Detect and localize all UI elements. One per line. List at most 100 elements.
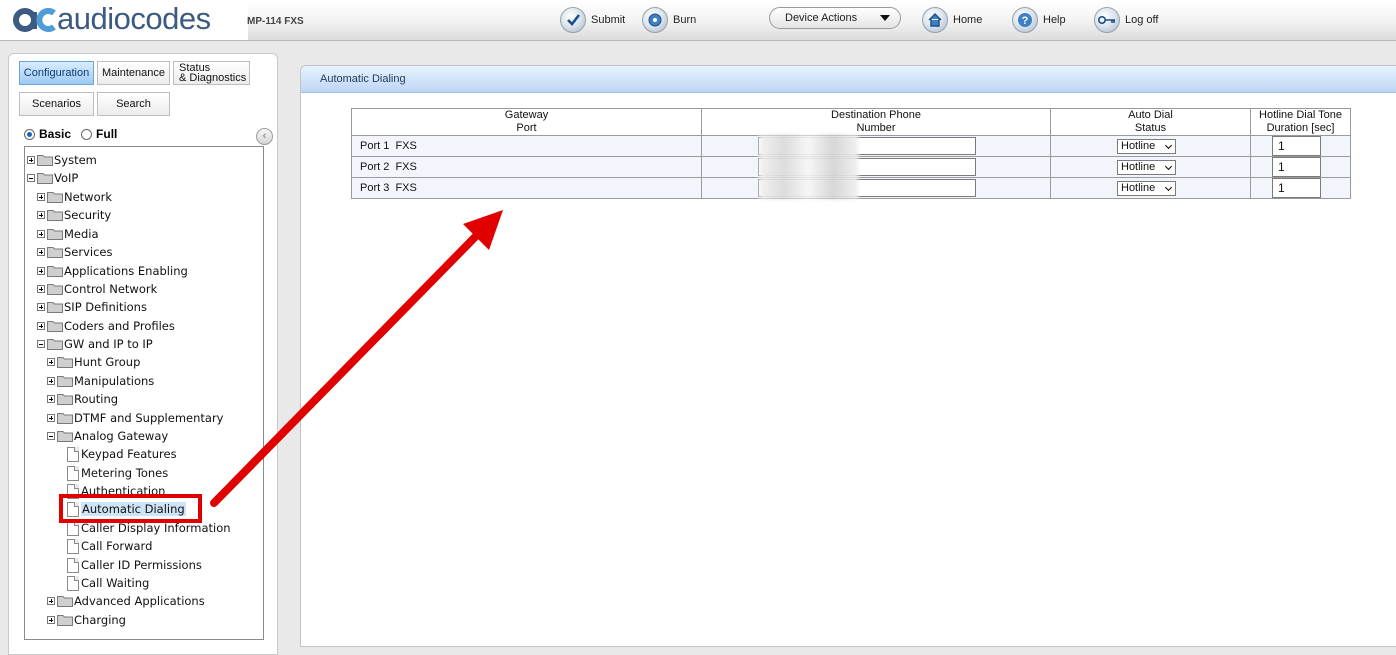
- home-button[interactable]: Home: [922, 5, 982, 35]
- tab-maintenance[interactable]: Maintenance: [97, 61, 170, 85]
- audiocodes-logo[interactable]: audiocodes: [12, 1, 211, 36]
- folder-icon: [57, 595, 73, 607]
- tree-item-routing[interactable]: Routing: [47, 390, 118, 408]
- tree-item-label: Analog Gateway: [74, 429, 169, 443]
- tree-item-metering-tones[interactable]: Metering Tones: [67, 464, 168, 482]
- expand-icon[interactable]: [47, 597, 55, 605]
- tree-item-coders-profiles[interactable]: Coders and Profiles: [37, 317, 175, 335]
- expand-icon[interactable]: [37, 303, 45, 311]
- auto-dial-status-select[interactable]: Hotline: [1117, 160, 1176, 175]
- tree-item-label: Automatic Dialing: [81, 502, 186, 516]
- expand-icon[interactable]: [47, 358, 55, 366]
- collapse-icon[interactable]: [37, 340, 45, 348]
- tree-item-keypad-features[interactable]: Keypad Features: [67, 445, 177, 463]
- basic-label: Basic: [39, 127, 72, 141]
- tree-item-label: Caller Display Information: [81, 521, 231, 535]
- hotline-duration-input[interactable]: 1: [1272, 157, 1321, 177]
- folder-icon: [47, 209, 63, 221]
- tree-item-label: GW and IP to IP: [64, 337, 153, 351]
- hotline-duration-input[interactable]: 1: [1272, 136, 1321, 156]
- tab-configuration[interactable]: Configuration: [19, 61, 94, 85]
- tree-item-dtmf-supplementary[interactable]: DTMF and Supplementary: [47, 409, 223, 427]
- hotline-duration-input[interactable]: 1: [1272, 178, 1321, 198]
- tree-item-call-forward[interactable]: Call Forward: [67, 537, 152, 555]
- port-cell: Port 1 FXS: [351, 135, 702, 157]
- logoff-label: Log off: [1125, 14, 1159, 26]
- tree-item-authentication[interactable]: Authentication: [67, 482, 165, 500]
- page-icon: [67, 465, 79, 481]
- tree-item-hunt-group[interactable]: Hunt Group: [47, 353, 140, 371]
- tab-scenarios-label: Scenarios: [32, 98, 81, 110]
- collapse-icon[interactable]: [27, 174, 35, 182]
- tab-search[interactable]: Search: [97, 92, 170, 116]
- expand-icon[interactable]: [47, 395, 55, 403]
- tree-item-label: Media: [64, 227, 99, 241]
- collapse-panel-button[interactable]: ‹: [256, 128, 273, 145]
- expand-icon[interactable]: [37, 285, 45, 293]
- key-icon: [1094, 7, 1120, 33]
- page-icon: [67, 575, 79, 591]
- logoff-button[interactable]: Log off: [1094, 5, 1158, 35]
- expand-icon[interactable]: [47, 414, 55, 422]
- duration-cell: 1: [1250, 177, 1351, 199]
- folder-icon: [57, 614, 73, 626]
- device-actions-label: Device Actions: [785, 12, 858, 24]
- expand-icon[interactable]: [37, 230, 45, 238]
- tree-item-system[interactable]: System: [27, 151, 97, 169]
- column-header-line: Number: [856, 122, 896, 134]
- collapse-icon[interactable]: [47, 432, 55, 440]
- tree-item-caller-id-permissions[interactable]: Caller ID Permissions: [67, 556, 202, 574]
- folder-icon: [47, 191, 63, 203]
- tree-item-charging[interactable]: Charging: [47, 611, 126, 629]
- tree-item-manipulations[interactable]: Manipulations: [47, 372, 154, 390]
- home-icon: [922, 7, 948, 33]
- expand-icon[interactable]: [27, 156, 35, 164]
- expand-icon[interactable]: [37, 193, 45, 201]
- tree-item-voip[interactable]: VoIP: [27, 169, 78, 187]
- tree-item-label: System: [54, 153, 97, 167]
- page-icon: [67, 538, 79, 554]
- submit-button[interactable]: Submit: [560, 5, 625, 35]
- duration-cell: 1: [1250, 156, 1351, 178]
- basic-radio[interactable]: [24, 128, 35, 140]
- tree-item-services[interactable]: Services: [37, 243, 113, 261]
- full-radio[interactable]: [81, 128, 93, 140]
- tree-item-label: Manipulations: [74, 374, 155, 388]
- expand-icon[interactable]: [37, 211, 45, 219]
- tree-item-control-network[interactable]: Control Network: [37, 280, 157, 298]
- tree-item-gw-ip-to-ip[interactable]: GW and IP to IP: [37, 335, 153, 353]
- tree-item-security[interactable]: Security: [37, 206, 111, 224]
- page-title: Automatic Dialing: [320, 73, 406, 85]
- auto-dial-status-select[interactable]: Hotline: [1117, 139, 1176, 154]
- tree-item-caller-display[interactable]: Caller Display Information: [67, 519, 231, 537]
- expand-icon[interactable]: [37, 267, 45, 275]
- tree-item-network[interactable]: Network: [37, 188, 112, 206]
- destination-cell: [701, 177, 1051, 199]
- tab-scenarios[interactable]: Scenarios: [19, 92, 94, 116]
- device-actions-dropdown[interactable]: Device Actions: [769, 7, 901, 29]
- tree-item-analog-gateway[interactable]: Analog Gateway: [47, 427, 168, 445]
- expand-icon[interactable]: [47, 377, 55, 385]
- folder-icon: [47, 228, 63, 240]
- tree-item-advanced-applications[interactable]: Advanced Applications: [47, 592, 205, 610]
- column-header-auto-dial-status: Auto Dial Status: [1050, 108, 1251, 136]
- top-toolbar: audiocodes MP-114 FXS Submit Burn Device…: [0, 0, 1396, 41]
- folder-icon: [47, 265, 63, 277]
- expand-icon[interactable]: [37, 248, 45, 256]
- tree-item-label: Routing: [74, 392, 119, 406]
- expand-icon[interactable]: [37, 322, 45, 330]
- tree-item-automatic-dialing[interactable]: Automatic Dialing: [67, 500, 186, 518]
- burn-button[interactable]: Burn: [642, 5, 696, 35]
- folder-icon: [57, 412, 73, 424]
- page-icon: [67, 483, 79, 499]
- tab-status-diagnostics[interactable]: Status & Diagnostics: [173, 61, 250, 85]
- help-button[interactable]: ? Help: [1012, 5, 1066, 35]
- tree-item-applications-enabling[interactable]: Applications Enabling: [37, 262, 188, 280]
- logo-text: audiocodes: [57, 1, 211, 36]
- tree-item-call-waiting[interactable]: Call Waiting: [67, 574, 149, 592]
- auto-dial-status-select[interactable]: Hotline: [1117, 181, 1176, 196]
- tree-item-media[interactable]: Media: [37, 225, 99, 243]
- expand-icon[interactable]: [47, 616, 55, 624]
- tree-item-sip-definitions[interactable]: SIP Definitions: [37, 298, 147, 316]
- column-header-line: Port: [516, 122, 537, 134]
